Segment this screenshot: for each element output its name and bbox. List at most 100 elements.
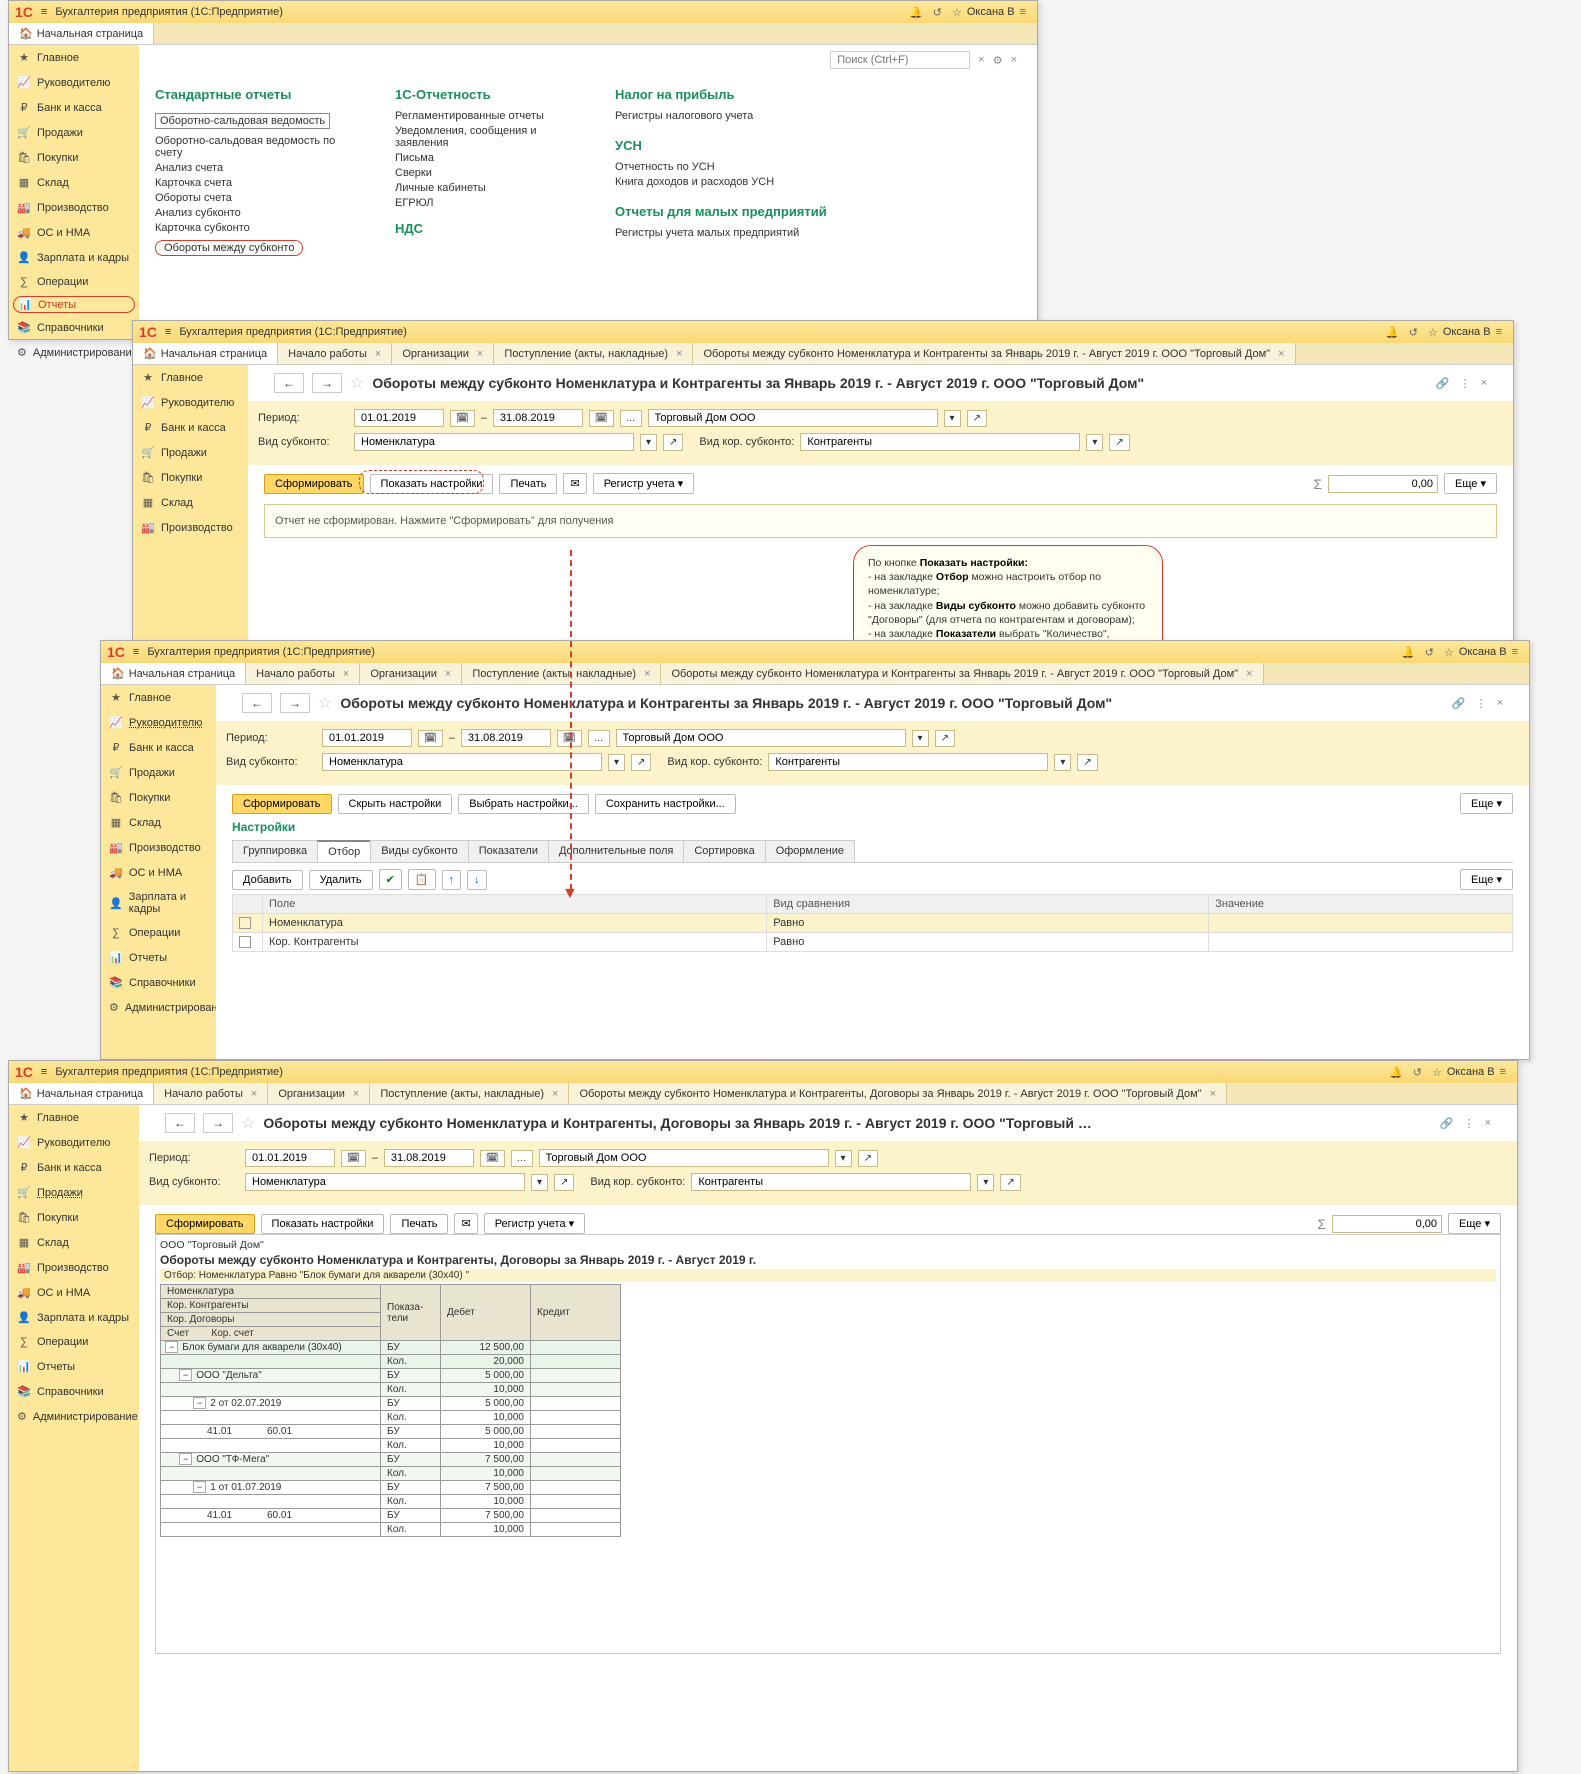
report-row[interactable]: 41.0160.01БУ5 000,00 (161, 1425, 621, 1439)
table-row[interactable]: Кор. КонтрагентыРавно (233, 933, 1513, 952)
hamburger-icon[interactable]: ≡ (133, 646, 139, 658)
report-row[interactable]: Кол.10,000 (161, 1411, 621, 1425)
settings-tab[interactable]: Дополнительные поля (548, 840, 684, 862)
period-from-input[interactable] (322, 729, 412, 747)
sidebar-item[interactable]: ⚙Администрирование (9, 1404, 139, 1429)
close-icon[interactable]: × (1011, 54, 1017, 66)
email-button[interactable]: ✉ (454, 1213, 477, 1234)
history-icon[interactable]: ↺ (933, 6, 942, 19)
forward-button[interactable]: → (312, 373, 342, 393)
report-row[interactable]: Кол.20,000 (161, 1355, 621, 1369)
print-button[interactable]: Печать (499, 474, 557, 494)
sidebar-item[interactable]: 🚚ОС и НМА (101, 860, 216, 885)
period-from-input[interactable] (245, 1149, 335, 1167)
tree-toggle[interactable]: − (193, 1481, 206, 1493)
sidebar-item[interactable]: 🏭Производство (9, 1255, 139, 1280)
sidebar-item[interactable]: ▦Склад (133, 490, 248, 515)
close-icon[interactable]: × (1485, 1117, 1491, 1130)
close-icon[interactable]: × (353, 1088, 359, 1100)
close-icon[interactable]: × (343, 668, 349, 680)
register-button[interactable]: Регистр учета ▾ (484, 1213, 585, 1234)
settings-tab[interactable]: Группировка (232, 840, 318, 862)
menu-icon[interactable]: ≡ (1500, 1066, 1506, 1078)
sidebar-item[interactable]: 🛍Покупки (9, 145, 139, 170)
sidebar-item[interactable]: 📚Справочники (9, 1379, 139, 1404)
star-icon[interactable]: ☆ (952, 6, 962, 19)
gear-icon[interactable]: ⚙ (993, 54, 1003, 67)
dropdown-icon[interactable]: ▾ (912, 730, 929, 747)
calendar-icon[interactable]: 🗓 (450, 410, 475, 427)
sidebar-item[interactable]: 🚚ОС и НМА (9, 220, 139, 245)
dropdown-icon[interactable]: ▾ (640, 434, 657, 451)
sidebar-item[interactable]: 👤Зарплата и кадры (9, 1305, 139, 1330)
email-button[interactable]: ✉ (563, 473, 586, 494)
dropdown-icon[interactable]: ▾ (944, 410, 961, 427)
history-icon[interactable]: ↺ (1409, 326, 1418, 339)
sidebar-item[interactable]: 📈Руководителю (9, 1130, 139, 1155)
link-usn-rep[interactable]: Отчетность по УСН (615, 161, 835, 173)
sidebar-item[interactable]: ∑Операции (101, 921, 216, 945)
open-icon[interactable]: ↗ (967, 410, 987, 427)
link-uvedom[interactable]: Уведомления, сообщения и заявления (395, 125, 575, 149)
link-icon[interactable]: 🔗 (1440, 1117, 1454, 1130)
bell-icon[interactable]: 🔔 (1385, 326, 1399, 339)
sidebar-item[interactable]: ∑Операции (9, 1330, 139, 1354)
sidebar-item[interactable]: 📈Руководителю (101, 710, 216, 735)
more-button[interactable]: Еще ▾ (1448, 1213, 1501, 1234)
settings-tab[interactable]: Виды субконто (370, 840, 468, 862)
sidebar-item[interactable]: ⚙Администрирование (101, 995, 216, 1020)
tab[interactable]: Начало работы× (246, 663, 360, 684)
report-row[interactable]: −2 от 02.07.2019БУ5 000,00 (161, 1397, 621, 1411)
sidebar-item[interactable]: 🛍Покупки (9, 1205, 139, 1230)
history-icon[interactable]: ↺ (1413, 1066, 1422, 1079)
star-icon[interactable]: ☆ (1432, 1066, 1442, 1079)
sidebar-item[interactable]: 📈Руководителю (9, 70, 139, 95)
subkonto-input[interactable] (354, 433, 634, 451)
check-button[interactable]: ✔ (379, 869, 402, 890)
link-osv-acc[interactable]: Оборотно-сальдовая ведомость по счету (155, 135, 355, 159)
print-button[interactable]: Печать (390, 1214, 448, 1234)
close-icon[interactable]: × (644, 668, 650, 680)
org-input[interactable] (616, 729, 906, 747)
sidebar-item[interactable]: ₽Банк и касса (101, 735, 216, 760)
link-analiz-sub[interactable]: Анализ субконто (155, 207, 355, 219)
sidebar-item[interactable]: ⚙Администрирование (9, 340, 139, 365)
sidebar-item[interactable]: 📚Справочники (9, 315, 139, 340)
delete-button[interactable]: Удалить (309, 870, 373, 890)
add-button[interactable]: Добавить (232, 870, 303, 890)
calendar-icon[interactable]: 🗓 (418, 730, 443, 747)
sum-input[interactable] (1332, 1215, 1442, 1233)
search-input[interactable] (830, 51, 970, 69)
tree-toggle[interactable]: − (165, 1341, 178, 1353)
settings-tab[interactable]: Показатели (468, 840, 549, 862)
sidebar-item[interactable]: 👤Зарплата и кадры (101, 885, 216, 921)
link-reglam[interactable]: Регламентированные отчеты (395, 110, 575, 122)
period-to-input[interactable] (384, 1149, 474, 1167)
sidebar-item[interactable]: 📈Руководителю (133, 390, 248, 415)
open-icon[interactable]: ↗ (935, 730, 955, 747)
sidebar-item[interactable]: 🛒Продажи (9, 120, 139, 145)
tab[interactable]: Поступление (акты, накладные)× (494, 343, 693, 364)
sidebar-item[interactable]: 📊Отчеты (9, 1354, 139, 1379)
korsub-input[interactable] (800, 433, 1080, 451)
sidebar-item[interactable]: 🛍Покупки (133, 465, 248, 490)
sidebar-item[interactable]: ₽Банк и касса (133, 415, 248, 440)
calendar-icon[interactable]: 🗓 (557, 730, 582, 747)
tab[interactable]: Организации× (392, 343, 494, 364)
move-down-button[interactable]: ↓ (467, 870, 487, 890)
sidebar-item[interactable]: 🛒Продажи (133, 440, 248, 465)
sidebar-item[interactable]: ▦Склад (101, 810, 216, 835)
bell-icon[interactable]: 🔔 (909, 6, 923, 19)
dropdown-icon[interactable]: ▾ (1086, 434, 1103, 451)
star-icon[interactable]: ☆ (1444, 646, 1454, 659)
checkbox[interactable] (239, 936, 251, 948)
menu-icon[interactable]: ≡ (1512, 646, 1518, 658)
calendar-icon[interactable]: 🗓 (589, 410, 614, 427)
sidebar-item[interactable]: ▦Склад (9, 170, 139, 195)
back-button[interactable]: ← (274, 373, 304, 393)
report-row[interactable]: −1 от 01.07.2019БУ7 500,00 (161, 1481, 621, 1495)
more-vert-icon[interactable]: ⋮ (1460, 377, 1471, 390)
sidebar-item[interactable]: 📊Отчеты (13, 296, 135, 313)
form-button[interactable]: Сформировать (155, 1214, 255, 1234)
sidebar-item[interactable]: 🚚ОС и НМА (9, 1280, 139, 1305)
